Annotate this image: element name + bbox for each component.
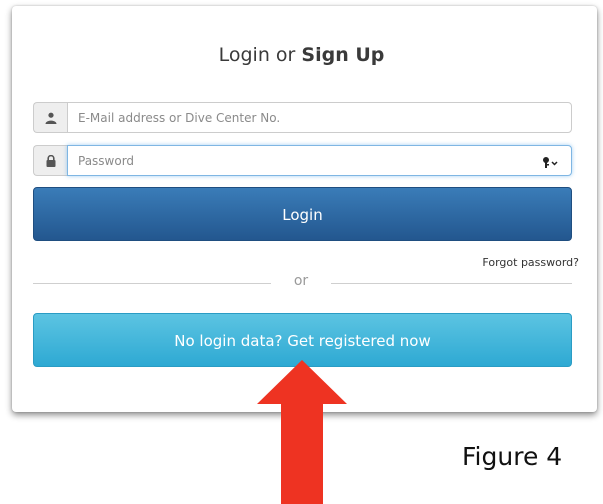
lock-icon [33, 145, 67, 176]
password-field[interactable] [67, 145, 572, 176]
title-prefix: Login or [218, 44, 302, 66]
email-field[interactable] [67, 102, 572, 133]
password-input-group [33, 145, 572, 176]
register-button[interactable]: No login data? Get registered now [33, 313, 572, 367]
login-button[interactable]: Login [33, 187, 572, 241]
password-field-wrap [67, 145, 572, 176]
divider-line-left [33, 283, 271, 284]
user-icon [33, 102, 67, 133]
or-divider-label: or [293, 273, 309, 289]
form-title: Login or Sign Up [0, 43, 603, 67]
up-arrow-icon [257, 360, 347, 504]
key-dropdown-icon[interactable] [542, 154, 560, 168]
page: Login or Sign Up E-Mail address or Dive … [0, 0, 603, 504]
figure-caption: Figure 4 [462, 442, 563, 471]
email-input-group [33, 102, 572, 133]
forgot-password-link[interactable]: Forgot password? [482, 256, 579, 269]
title-sign-up: Sign Up [301, 44, 385, 66]
divider-line-right [331, 283, 572, 284]
